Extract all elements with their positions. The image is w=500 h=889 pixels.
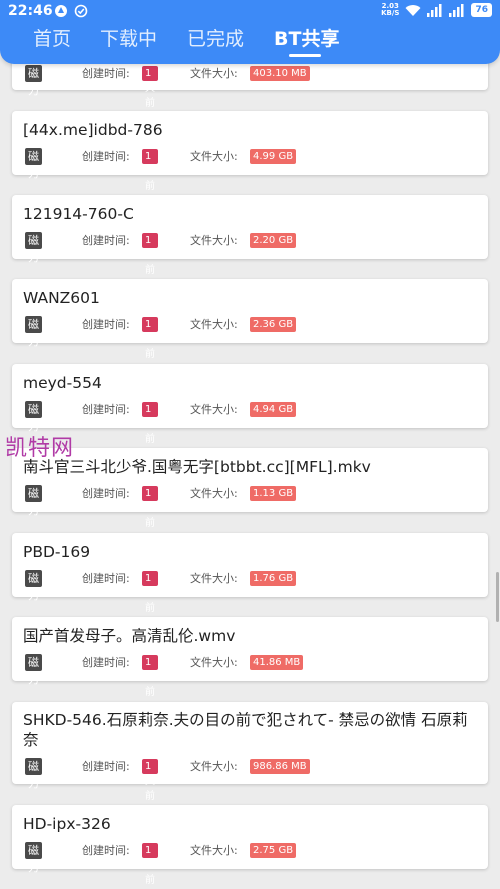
list-item[interactable]: SHKD-546.石原莉奈.夫の目の前で犯されて- 禁忌の欲情 石原莉奈 磁力 … bbox=[12, 702, 488, 802]
file-size-badge: 986.86 MB bbox=[250, 759, 310, 774]
signal-icon bbox=[427, 3, 442, 17]
created-time-badge: 1天前 bbox=[142, 317, 158, 360]
created-time-label: 创建时间: bbox=[82, 150, 130, 163]
clock: 22:46 bbox=[8, 3, 53, 19]
created-time-badge: 1天前 bbox=[142, 149, 158, 192]
file-size-badge: 4.94 GB bbox=[250, 402, 297, 417]
created-time-badge: 1天前 bbox=[142, 571, 158, 614]
created-time-badge: 1天前 bbox=[142, 402, 158, 445]
magnet-tag[interactable]: 磁力 bbox=[25, 758, 42, 790]
magnet-tag[interactable]: 磁力 bbox=[25, 148, 42, 180]
list-item[interactable]: meyd-554 磁力 创建时间: 1天前 文件大小: 4.94 GB bbox=[12, 364, 488, 445]
created-time-label: 创建时间: bbox=[82, 572, 130, 585]
created-time-badge: 1天前 bbox=[142, 66, 158, 109]
status-bar: 22:46 2.03 KB/S 76 bbox=[0, 0, 500, 22]
file-size-label: 文件大小: bbox=[190, 760, 238, 773]
list-item[interactable]: [44x.me]idbd-786 磁力 创建时间: 1天前 文件大小: 4.99… bbox=[12, 111, 488, 192]
list-item[interactable]: 南斗官三斗北少爷.国粤无字[btbbt.cc][MFL].mkv 磁力 创建时间… bbox=[12, 448, 488, 529]
item-title: SHKD-546.石原莉奈.夫の目の前で犯されて- 禁忌の欲情 石原莉奈 bbox=[23, 711, 468, 749]
item-title: HD-ipx-326 bbox=[23, 815, 111, 833]
file-size-label: 文件大小: bbox=[190, 150, 238, 163]
file-size-label: 文件大小: bbox=[190, 844, 238, 857]
file-size-badge: 2.20 GB bbox=[250, 233, 297, 248]
file-size-badge: 403.10 MB bbox=[250, 66, 310, 81]
created-time-label: 创建时间: bbox=[82, 844, 130, 857]
item-title: 南斗官三斗北少爷.国粤无字[btbbt.cc][MFL].mkv bbox=[23, 458, 371, 476]
file-size-label: 文件大小: bbox=[190, 234, 238, 247]
created-time-badge: 1天前 bbox=[142, 655, 158, 698]
tab-downloading[interactable]: 下载中 bbox=[100, 24, 157, 51]
file-size-label: 文件大小: bbox=[190, 656, 238, 669]
list-item[interactable]: 121914-760-C 磁力 创建时间: 1天前 文件大小: 2.20 GB bbox=[12, 195, 488, 276]
magnet-tag[interactable]: 磁力 bbox=[25, 654, 42, 686]
created-time-label: 创建时间: bbox=[82, 234, 130, 247]
active-tab-indicator bbox=[289, 54, 321, 57]
file-size-badge: 4.99 GB bbox=[250, 149, 297, 164]
created-time-label: 创建时间: bbox=[82, 67, 130, 80]
list-item[interactable]: WANZ601 磁力 创建时间: 1天前 文件大小: 2.36 GB bbox=[12, 279, 488, 360]
file-size-badge: 41.86 MB bbox=[250, 655, 304, 670]
wifi-icon bbox=[405, 4, 421, 16]
created-time-badge: 1天前 bbox=[142, 486, 158, 529]
torrent-list[interactable]: 磁力 创建时间: 1天前 文件大小: 403.10 MB [44x.me]idb… bbox=[0, 0, 500, 889]
item-title: 121914-760-C bbox=[23, 205, 134, 223]
file-size-label: 文件大小: bbox=[190, 67, 238, 80]
battery-indicator: 76 bbox=[471, 3, 492, 17]
scrollbar-thumb[interactable] bbox=[496, 572, 499, 622]
list-item[interactable]: PBD-169 磁力 创建时间: 1天前 文件大小: 1.76 GB bbox=[12, 533, 488, 614]
file-size-label: 文件大小: bbox=[190, 487, 238, 500]
tab-bar: 首页 下载中 已完成 BT共享 bbox=[0, 24, 500, 64]
app-header: 22:46 2.03 KB/S 76 首页 下载中 已完成 BT共享 bbox=[0, 0, 500, 64]
magnet-tag[interactable]: 磁力 bbox=[25, 401, 42, 433]
created-time-badge: 1天前 bbox=[142, 233, 158, 276]
created-time-label: 创建时间: bbox=[82, 760, 130, 773]
created-time-label: 创建时间: bbox=[82, 318, 130, 331]
tab-bt-share[interactable]: BT共享 bbox=[274, 24, 339, 51]
file-size-badge: 2.75 GB bbox=[250, 843, 297, 858]
file-size-badge: 1.13 GB bbox=[250, 486, 297, 501]
magnet-tag[interactable]: 磁力 bbox=[25, 316, 42, 348]
created-time-label: 创建时间: bbox=[82, 656, 130, 669]
list-item[interactable]: 国产首发母子。高清乱伦.wmv 磁力 创建时间: 1天前 文件大小: 41.86… bbox=[12, 617, 488, 698]
file-size-label: 文件大小: bbox=[190, 318, 238, 331]
item-title: 国产首发母子。高清乱伦.wmv bbox=[23, 627, 236, 645]
tab-completed[interactable]: 已完成 bbox=[187, 24, 244, 51]
magnet-tag[interactable]: 磁力 bbox=[25, 842, 42, 874]
magnet-tag[interactable]: 磁力 bbox=[25, 65, 42, 97]
created-time-badge: 1天前 bbox=[142, 759, 158, 802]
signal-icon-2 bbox=[449, 3, 464, 17]
magnet-tag[interactable]: 磁力 bbox=[25, 485, 42, 517]
item-title: PBD-169 bbox=[23, 543, 91, 561]
created-time-label: 创建时间: bbox=[82, 487, 130, 500]
list-item[interactable]: HD-ipx-326 磁力 创建时间: 1天前 文件大小: 2.75 GB bbox=[12, 805, 488, 886]
created-time-label: 创建时间: bbox=[82, 403, 130, 416]
file-size-badge: 1.76 GB bbox=[250, 571, 297, 586]
file-size-label: 文件大小: bbox=[190, 572, 238, 585]
magnet-tag[interactable]: 磁力 bbox=[25, 570, 42, 602]
item-title: meyd-554 bbox=[23, 374, 102, 392]
file-size-label: 文件大小: bbox=[190, 403, 238, 416]
status-right: 2.03 KB/S 76 bbox=[381, 3, 492, 17]
item-title: WANZ601 bbox=[23, 289, 100, 307]
magnet-tag[interactable]: 磁力 bbox=[25, 232, 42, 264]
item-title: [44x.me]idbd-786 bbox=[23, 121, 163, 139]
check-icon bbox=[74, 4, 88, 18]
watermark: 凯特网 bbox=[5, 436, 75, 461]
notification-icon bbox=[55, 5, 67, 17]
network-speed: 2.03 KB/S bbox=[381, 2, 400, 17]
created-time-badge: 1天前 bbox=[142, 843, 158, 886]
tab-home[interactable]: 首页 bbox=[33, 24, 71, 51]
file-size-badge: 2.36 GB bbox=[250, 317, 297, 332]
